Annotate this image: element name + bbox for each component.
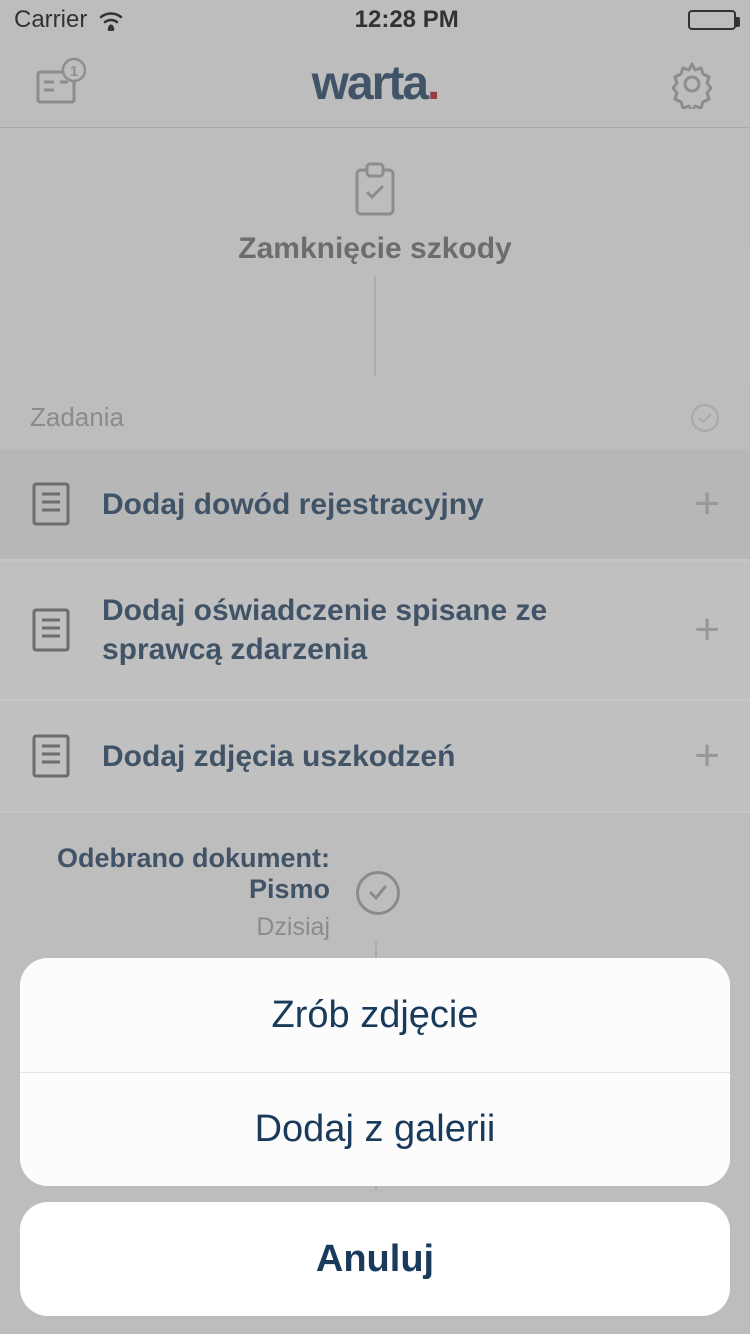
take-photo-button[interactable]: Zrób zdjęcie	[20, 958, 730, 1072]
cancel-button[interactable]: Anuluj	[20, 1202, 730, 1316]
action-sheet: Zrób zdjęcie Dodaj z galerii Anuluj	[20, 958, 730, 1316]
add-from-gallery-button[interactable]: Dodaj z galerii	[20, 1072, 730, 1186]
